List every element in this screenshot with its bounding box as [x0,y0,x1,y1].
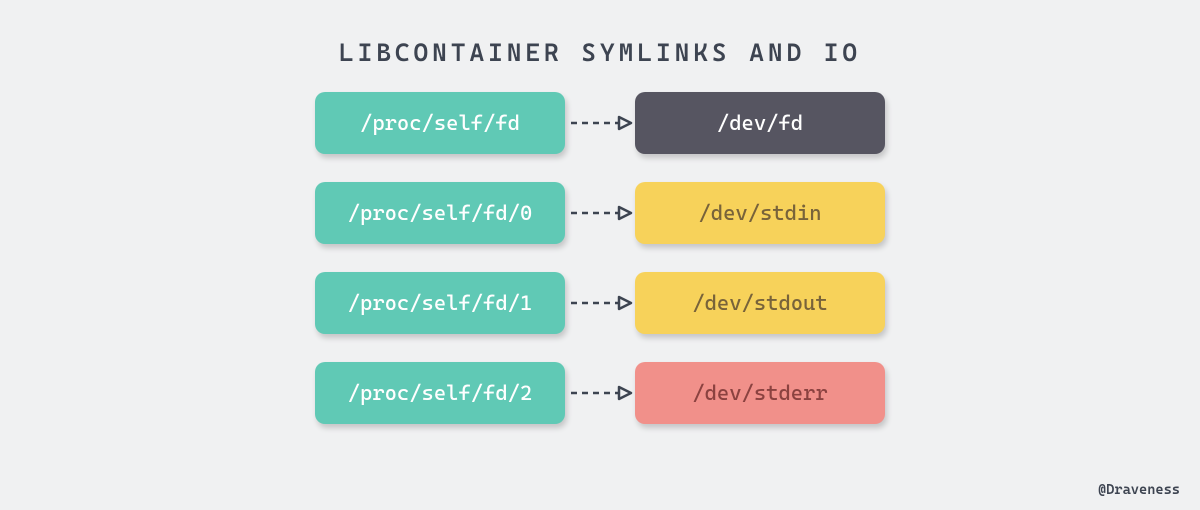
credit-label: @Draveness [1098,482,1180,498]
symlink-row: /proc/self/fd/0 /dev/stdin [315,182,885,244]
symlink-row: /proc/self/fd/2 /dev/stderr [315,362,885,424]
target-box: /dev/fd [635,92,885,154]
diagram-title: LIBCONTAINER SYMLINKS AND IO [0,0,1200,92]
arrow-icon [565,92,635,154]
arrow-icon [565,182,635,244]
target-box: /dev/stderr [635,362,885,424]
arrow-icon [565,362,635,424]
source-box: /proc/self/fd/0 [315,182,565,244]
source-box: /proc/self/fd/1 [315,272,565,334]
symlink-rows: /proc/self/fd /dev/fd /proc/self/fd/0 /d… [0,92,1200,424]
arrow-icon [565,272,635,334]
source-box: /proc/self/fd [315,92,565,154]
symlink-row: /proc/self/fd/1 /dev/stdout [315,272,885,334]
target-box: /dev/stdout [635,272,885,334]
symlink-row: /proc/self/fd /dev/fd [315,92,885,154]
target-box: /dev/stdin [635,182,885,244]
source-box: /proc/self/fd/2 [315,362,565,424]
